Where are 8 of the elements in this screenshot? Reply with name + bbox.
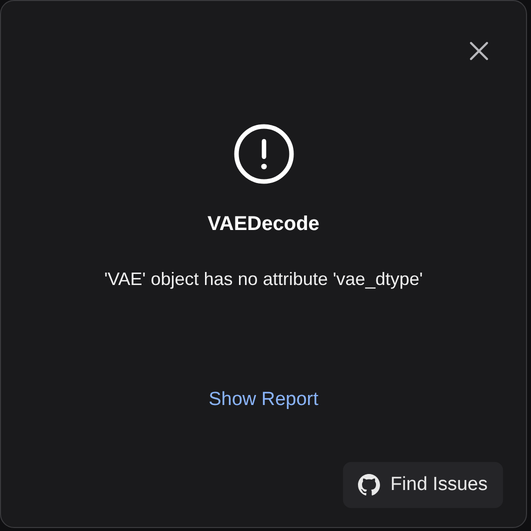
close-icon xyxy=(467,39,491,63)
close-button[interactable] xyxy=(467,39,491,63)
find-issues-button[interactable]: Find Issues xyxy=(343,462,503,508)
show-report-link[interactable]: Show Report xyxy=(208,388,318,412)
error-message: 'VAE' object has no attribute 'vae_dtype' xyxy=(104,268,423,290)
warning-icon xyxy=(232,123,294,185)
error-title: VAEDecode xyxy=(208,212,320,236)
github-icon xyxy=(358,474,380,496)
